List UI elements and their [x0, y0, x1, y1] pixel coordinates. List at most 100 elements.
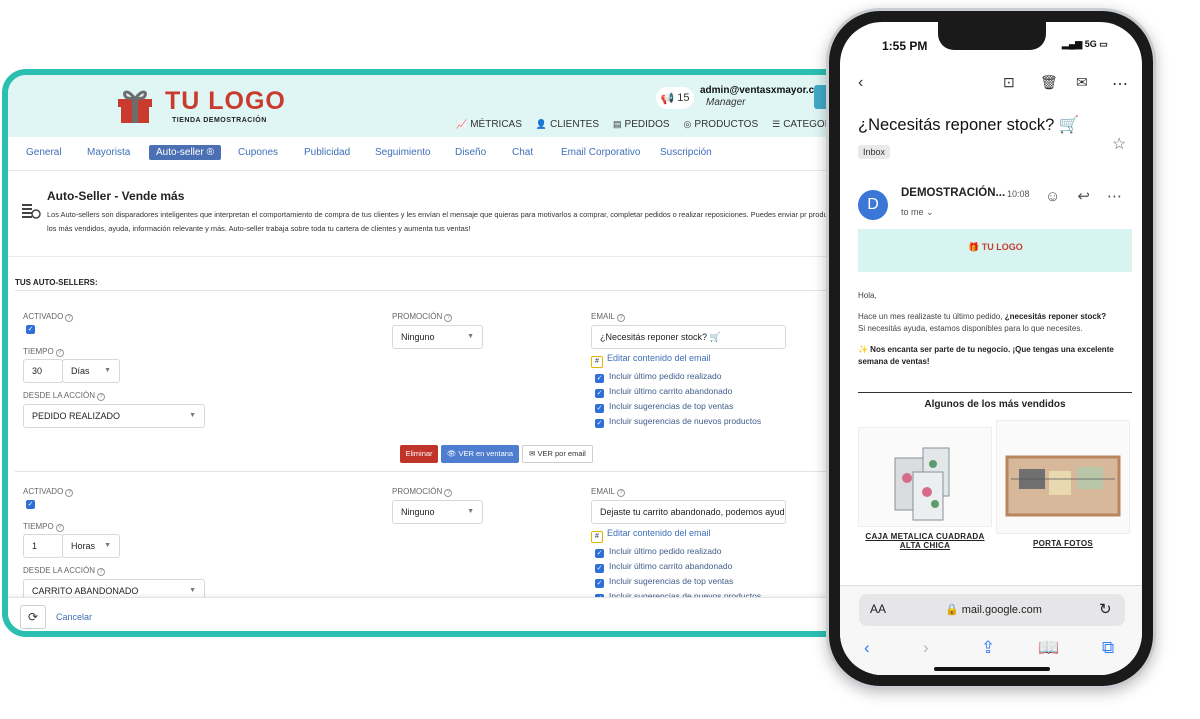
time-unit-select[interactable]: Días ▼ [62, 359, 120, 383]
tab-general[interactable]: General [26, 147, 62, 158]
user-info[interactable]: admin@ventasxmayor.com Manager [700, 85, 829, 109]
tab-diseno[interactable]: Diseño [455, 147, 486, 158]
delete-button[interactable]: Eliminar [400, 445, 438, 463]
tin-box-image [894, 447, 950, 521]
eye-icon: 👁 [446, 449, 459, 458]
include-option[interactable]: ✓ Incluir último carrito abandonado [595, 561, 732, 573]
product-name: CAJA METALICA CUADRADA ALTA CHICA [865, 532, 985, 550]
more-icon[interactable]: ⋯ [1112, 74, 1128, 94]
activado-checkbox[interactable]: ✓ [26, 500, 35, 509]
email-subject-input[interactable]: Dejaste tu carrito abandonado, podemos a… [591, 500, 786, 524]
tabs-icon[interactable]: ⧉ [1102, 638, 1114, 658]
mark-unread-icon[interactable]: ✉ [1076, 74, 1088, 91]
include-option[interactable]: ✓ Incluir sugerencias de top ventas [595, 401, 733, 413]
trash-icon[interactable]: 🗑 [1040, 74, 1058, 91]
money-stack-icon [22, 204, 41, 219]
activado-label: ACTIVADO? [23, 312, 74, 322]
archive-icon[interactable]: ⊡ [1003, 74, 1015, 91]
action-select[interactable]: PEDIDO REALIZADO ▼ [23, 404, 205, 428]
user-icon: 👤 [535, 119, 548, 129]
tab-cupones[interactable]: Cupones [238, 147, 278, 158]
option-checkbox: ✓ [595, 549, 604, 558]
help-icon: ? [444, 314, 453, 322]
tab-mayorista[interactable]: Mayorista [87, 147, 130, 158]
include-option[interactable]: ✓ Incluir sugerencias de top ventas [595, 576, 733, 588]
help-icon: ? [97, 393, 106, 401]
back-icon[interactable]: ‹ [864, 638, 870, 658]
nav-productos[interactable]: ◎ PRODUCTOS [684, 119, 759, 130]
bookmarks-icon[interactable]: 📖 [1038, 638, 1059, 658]
battery-icon: ▭ [1099, 39, 1108, 49]
view-window-button[interactable]: 👁 VER en ventana [441, 445, 519, 463]
product-name: PORTA FOTOS [1032, 539, 1094, 548]
help-icon: ? [65, 489, 74, 497]
nav-metricas[interactable]: 📈 MÉTRICAS [456, 119, 522, 130]
inbox-label[interactable]: Inbox [858, 145, 891, 159]
reply-icon[interactable]: ↩ [1077, 188, 1090, 205]
address-bar[interactable]: AA 🔒 mail.google.com ↻ [859, 594, 1125, 626]
more-icon[interactable]: ⋯ [1107, 188, 1122, 205]
text-size-button[interactable]: AA [870, 602, 886, 616]
forward-icon[interactable]: › [923, 638, 929, 658]
nav-clientes[interactable]: 👤 CLIENTES [536, 119, 599, 130]
settings-tabs: General Mayorista Auto-seller ® Cupones … [8, 137, 856, 171]
tab-auto-seller[interactable]: Auto-seller ® [149, 145, 221, 160]
product-card[interactable]: CAJA METALICA CUADRADA ALTA CHICA [858, 427, 992, 550]
refresh-button[interactable]: ⟳ [20, 605, 46, 629]
include-option[interactable]: ✓ Incluir último carrito abandonado [595, 386, 732, 398]
refresh-icon: ⟳ [27, 610, 39, 624]
recipient-toggle[interactable]: to me ⌄ [901, 207, 934, 218]
list-icon: ☰ [772, 119, 781, 129]
activado-checkbox[interactable]: ✓ [26, 325, 35, 334]
phone-mockup: 1:55 PM ▂▄▆ 5G ▭ ‹ ⊡ 🗑 ✉ ⋯ ¿Necesitás re… [826, 8, 1156, 689]
time-value-input[interactable]: 1 [23, 534, 63, 558]
option-checkbox: ✓ [595, 374, 604, 383]
browser-bar: AA 🔒 mail.google.com ↻ ‹ › ⇪ 📖 ⧉ [840, 585, 1142, 675]
email-subject-input[interactable]: ¿Necesitás reponer stock? 🛒 [591, 325, 786, 349]
time-unit-select[interactable]: Horas ▼ [62, 534, 120, 558]
store-logo[interactable]: TU LOGO TIENDA DEMOSTRACIÓN [115, 83, 285, 129]
promotion-select[interactable]: Ninguno ▼ [392, 325, 483, 349]
tab-seguimiento[interactable]: Seguimiento [375, 147, 431, 158]
hash-icon: # [591, 531, 603, 543]
include-option[interactable]: ✓Incluir sugerencias de nuevos productos [595, 416, 761, 428]
star-icon[interactable]: ☆ [1112, 134, 1126, 154]
product-image [858, 427, 992, 527]
notifications-button[interactable]: 📢 15 [656, 87, 694, 109]
include-option[interactable]: ✓ Incluir último pedido realizado [595, 546, 721, 558]
edit-email-link[interactable]: # Editar contenido del email [591, 528, 711, 543]
promotion-select[interactable]: Ninguno ▼ [392, 500, 483, 524]
admin-header: TU LOGO TIENDA DEMOSTRACIÓN 📢 15 admin@v… [8, 75, 856, 137]
intro-panel: Auto-Seller - Vende más Los Auto-sellers… [8, 171, 856, 257]
emoji-icon[interactable]: ☺ [1045, 188, 1060, 205]
photo-frame-image [1005, 455, 1121, 517]
notifications-count: 15 [677, 92, 690, 104]
nav-pedidos[interactable]: ▤ PEDIDOS [613, 119, 670, 130]
admin-window: TU LOGO TIENDA DEMOSTRACIÓN 📢 15 admin@v… [2, 69, 862, 637]
time-value-input[interactable]: 30 [23, 359, 63, 383]
divider [15, 290, 855, 291]
cancel-link[interactable]: Cancelar [56, 612, 92, 622]
reload-icon[interactable]: ↻ [1099, 600, 1112, 618]
tab-suscripcion[interactable]: Suscripción [660, 147, 712, 158]
product-card[interactable]: PORTA FOTOS [996, 420, 1130, 548]
help-icon: ? [617, 314, 626, 322]
caret-down-icon: ▼ [104, 542, 111, 549]
tab-email-corporativo[interactable]: Email Corporativo [561, 147, 640, 158]
url-text: 🔒 mail.google.com [945, 604, 1042, 616]
tab-publicidad[interactable]: Publicidad [304, 147, 350, 158]
browser-nav: ‹ › ⇪ 📖 ⧉ [840, 638, 1142, 662]
tab-chat[interactable]: Chat [512, 147, 533, 158]
phone-screen: 1:55 PM ▂▄▆ 5G ▭ ‹ ⊡ 🗑 ✉ ⋯ ¿Necesitás re… [840, 22, 1142, 675]
email-paragraph: Hace un mes realizaste tu último pedido,… [858, 312, 1107, 333]
include-option[interactable]: ✓ Incluir último pedido realizado [595, 371, 721, 383]
view-email-button[interactable]: ✉ VER por email [522, 445, 593, 463]
share-icon[interactable]: ⇪ [981, 638, 995, 658]
back-arrow-icon[interactable]: ‹ [858, 74, 863, 92]
email-greeting: Hola, [858, 291, 877, 300]
edit-email-link[interactable]: # Editar contenido del email [591, 353, 711, 368]
help-icon: ? [444, 489, 453, 497]
caret-down-icon: ▼ [104, 367, 111, 374]
intro-title: Auto-Seller - Vende más [47, 189, 185, 203]
option-checkbox: ✓ [595, 419, 604, 428]
